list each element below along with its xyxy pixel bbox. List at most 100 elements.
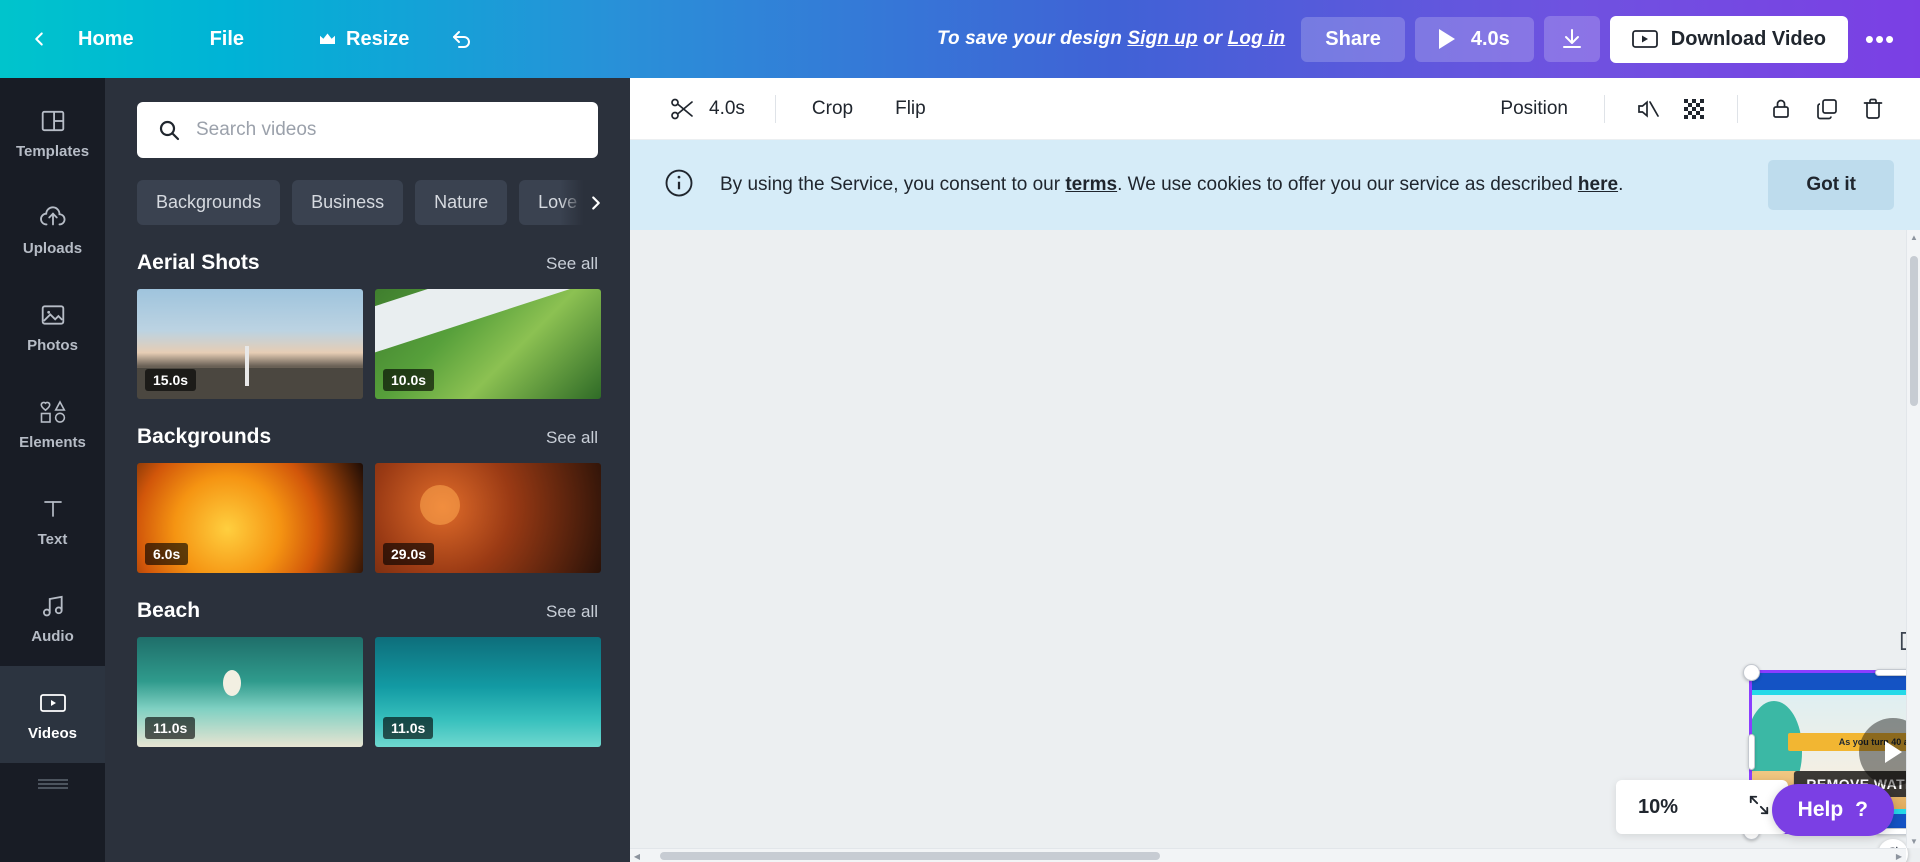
zoom-level: 10% [1638, 795, 1679, 818]
thumbnail-duration: 11.0s [145, 717, 196, 739]
save-prompt-prefix: To save your design [937, 28, 1128, 49]
editor-right: 4.0s Crop Flip Position By using the Ser… [630, 78, 1920, 862]
category-chips: Backgrounds Business Nature Love [137, 180, 598, 225]
see-all-link[interactable]: See all [546, 602, 598, 622]
home-button[interactable]: Home [60, 19, 152, 60]
lock-button[interactable] [1758, 88, 1804, 130]
sidebar-item-text[interactable]: Text [0, 472, 105, 569]
mute-button[interactable] [1625, 88, 1671, 130]
shapes-icon [39, 397, 67, 427]
video-thumbnail[interactable]: 29.0s [375, 463, 601, 573]
left-rail: Templates Uploads Photos Elements Text A… [0, 78, 105, 862]
chevron-right-icon [592, 195, 600, 210]
speaker-muted-icon [1638, 99, 1659, 118]
trim-duration-label: 4.0s [709, 97, 745, 119]
crop-button[interactable]: Crop [796, 89, 869, 129]
canvas-area[interactable]: As you turn 40 and older, REMOVE WATERMA… [630, 230, 1920, 862]
resize-handle-top-left[interactable] [1743, 664, 1760, 681]
flip-label: Flip [895, 97, 926, 119]
more-options-button[interactable]: ••• [1854, 16, 1906, 62]
see-all-link[interactable]: See all [546, 428, 598, 448]
scroll-left-arrow[interactable]: ◀ [630, 849, 644, 862]
video-thumbnail[interactable]: 11.0s [375, 637, 601, 747]
chip-label: Nature [434, 192, 489, 212]
section-header-aerial-shots: Aerial Shots See all [137, 251, 598, 275]
crop-label: Crop [811, 97, 854, 119]
got-it-label: Got it [1806, 174, 1856, 195]
section-header-backgrounds: Backgrounds See all [137, 425, 598, 449]
share-button[interactable]: Share [1301, 16, 1405, 62]
chip-business[interactable]: Business [292, 180, 404, 225]
crown-icon [320, 33, 336, 44]
trim-button[interactable]: 4.0s [660, 89, 755, 129]
help-button[interactable]: Help ? [1771, 784, 1894, 836]
canva-video-editor: Home File Resize To save your design Sig… [0, 0, 1920, 862]
canvas-horizontal-scrollbar[interactable]: ◀ ▶ [630, 848, 1906, 862]
file-menu-button[interactable]: File [192, 19, 262, 60]
zoom-control[interactable]: 10% [1616, 780, 1788, 834]
duplicate-button[interactable] [1804, 88, 1850, 130]
position-button[interactable]: Position [1484, 89, 1584, 129]
download-arrow-icon [1562, 29, 1581, 48]
login-link[interactable]: Log in [1228, 28, 1286, 49]
sidebar-item-videos[interactable]: Videos [0, 666, 105, 763]
got-it-button[interactable]: Got it [1768, 160, 1894, 210]
undo-button[interactable] [439, 18, 485, 60]
thumbnail-row: 15.0s 10.0s [137, 289, 601, 399]
section-title: Beach [137, 599, 201, 622]
text-t-icon [41, 494, 65, 524]
horizontal-scroll-thumb[interactable] [660, 852, 1160, 860]
download-video-button[interactable]: Download Video [1609, 15, 1848, 63]
expand-diagonal-icon[interactable] [1748, 794, 1770, 821]
question-mark-icon: ? [1855, 798, 1868, 821]
thumbnail-duration: 29.0s [383, 543, 435, 565]
here-link[interactable]: here [1578, 174, 1618, 195]
section-title: Backgrounds [137, 425, 272, 448]
toolbar-divider [774, 94, 776, 123]
sidebar-item-elements[interactable]: Elements [0, 375, 105, 472]
sidebar-item-uploads[interactable]: Uploads [0, 181, 105, 278]
photo-image-icon [40, 300, 66, 330]
flip-button[interactable]: Flip [879, 89, 942, 129]
scroll-right-arrow[interactable]: ▶ [1892, 849, 1906, 862]
scroll-down-arrow[interactable]: ▼ [1907, 834, 1920, 848]
sidebar-item-label: Elements [19, 433, 86, 451]
terms-link[interactable]: terms [1065, 174, 1117, 195]
position-label: Position [1500, 97, 1568, 119]
panel-content[interactable]: Aerial Shots See all 15.0s 10.0s Backgro… [105, 247, 630, 862]
sidebar-item-label: Uploads [22, 239, 83, 257]
sidebar-item-audio[interactable]: Audio [0, 569, 105, 666]
thumbnail-row: 11.0s 11.0s [137, 637, 601, 747]
scroll-up-arrow[interactable]: ▲ [1907, 230, 1920, 244]
video-thumbnail[interactable]: 6.0s [137, 463, 363, 573]
back-button[interactable] [18, 18, 60, 60]
undo-arrow-icon [453, 31, 471, 48]
vertical-scroll-thumb[interactable] [1910, 256, 1918, 406]
search-box[interactable] [137, 102, 598, 158]
preview-play-button[interactable]: 4.0s [1414, 16, 1534, 62]
transparency-button[interactable] [1671, 88, 1717, 130]
chip-nature[interactable]: Nature [415, 180, 508, 225]
scissors-icon [671, 98, 693, 119]
video-thumbnail[interactable]: 11.0s [137, 637, 363, 747]
signup-link[interactable]: Sign up [1127, 28, 1197, 49]
thumbnail-duration: 15.0s [145, 369, 197, 391]
video-thumbnail[interactable]: 10.0s [375, 289, 601, 399]
cookie-text-2: . We use cookies to offer you our servic… [1117, 174, 1578, 196]
thumbnail-duration: 11.0s [383, 717, 434, 739]
see-all-link[interactable]: See all [546, 254, 598, 274]
delete-button[interactable] [1850, 88, 1896, 130]
resize-button[interactable]: Resize [300, 19, 427, 60]
chips-next-button[interactable] [560, 180, 612, 225]
sidebar-item-photos[interactable]: Photos [0, 278, 105, 375]
chip-backgrounds[interactable]: Backgrounds [137, 180, 281, 225]
download-button[interactable] [1543, 16, 1600, 62]
rail-drag-handle[interactable] [0, 763, 105, 803]
music-note-icon [40, 591, 66, 621]
sidebar-item-templates[interactable]: Templates [0, 84, 105, 181]
search-input[interactable] [196, 119, 578, 141]
more-dots-icon: ••• [1864, 23, 1896, 54]
resize-handle-left[interactable] [1748, 734, 1755, 770]
canvas-vertical-scrollbar[interactable]: ▲ ▼ [1906, 230, 1920, 848]
video-thumbnail[interactable]: 15.0s [137, 289, 363, 399]
